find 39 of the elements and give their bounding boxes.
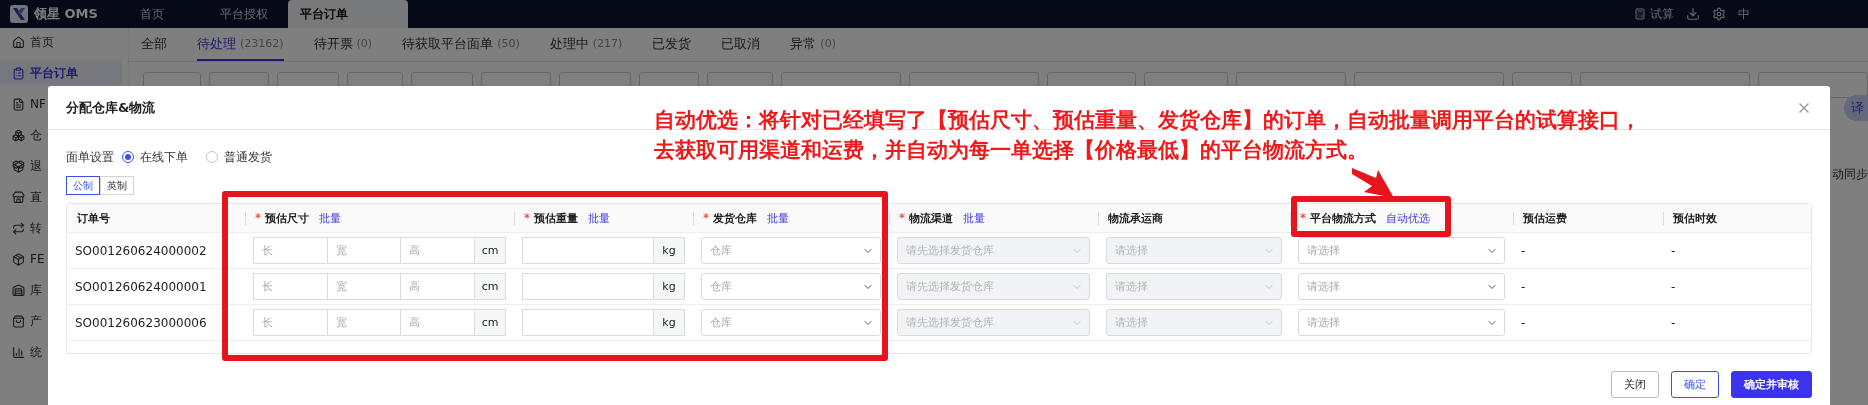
unit-label: kg: [653, 237, 685, 264]
tab-count: (0): [820, 37, 836, 50]
column-header: 订单号: [77, 210, 110, 226]
app-name: 领星 OMS: [34, 5, 98, 23]
tab-count: (23162): [240, 37, 284, 50]
table-cell: SO001260623000006: [75, 315, 207, 330]
required-mark: *: [524, 211, 530, 225]
language-text: 中: [1738, 5, 1750, 23]
unit-label: kg: [653, 309, 685, 336]
column-header: 预估尺寸: [265, 210, 309, 226]
column-header: 发货仓库: [713, 210, 757, 226]
table-cell: -: [1521, 243, 1526, 258]
unit-label: kg: [653, 273, 685, 300]
tab-count: (217): [592, 37, 623, 50]
column-header: 物流渠道: [909, 210, 953, 226]
table-cell: -: [1671, 243, 1676, 258]
column-header: 物流承运商: [1108, 210, 1163, 226]
dialog-title: 分配仓库&物流: [66, 98, 156, 117]
table-cell: -: [1521, 279, 1526, 294]
required-mark: *: [899, 211, 905, 225]
column-header: 预估时效: [1673, 210, 1717, 226]
column-header: 平台物流方式: [1310, 210, 1376, 226]
unit-label: cm: [474, 237, 506, 264]
unit-label: cm: [474, 309, 506, 336]
tab-count: (50): [497, 37, 520, 50]
table-cell: -: [1521, 315, 1526, 330]
setting-label: 面单设置: [66, 148, 114, 166]
required-mark: *: [1300, 211, 1306, 225]
table-cell: SO001260624000002: [75, 243, 207, 258]
tab-count: (0): [356, 37, 373, 50]
required-mark: *: [703, 211, 709, 225]
table-cell: SO001260624000001: [75, 279, 207, 294]
table-cell: -: [1671, 279, 1676, 294]
unit-label: cm: [474, 273, 506, 300]
annotation-text: 自动优选：将针对已经填写了【预估尺寸、预估重量、发货仓库】的订单，自动批量调用平台的试算接口， 去获取可用渠道和运费，并自动为每一单选择【价格最低】的平台物流方式。: [654, 107, 1641, 164]
column-header: 预估运费: [1523, 210, 1567, 226]
column-header: 预估重量: [534, 210, 578, 226]
required-mark: *: [255, 211, 261, 225]
table-cell: -: [1671, 315, 1676, 330]
